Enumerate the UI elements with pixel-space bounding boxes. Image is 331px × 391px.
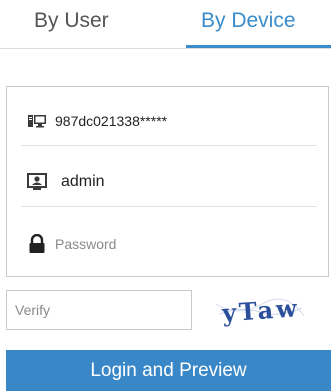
lock-icon (27, 234, 47, 254)
password-field[interactable]: Password (21, 220, 317, 268)
verify-input[interactable] (6, 290, 192, 330)
password-placeholder: Password (55, 236, 117, 252)
device-icon (27, 111, 47, 131)
user-icon (27, 172, 47, 192)
tab-by-device[interactable]: By Device (201, 6, 296, 42)
active-tab-indicator (186, 45, 331, 48)
login-tabs: By User By Device (0, 0, 331, 49)
username-value: admin (61, 173, 105, 190)
captcha-image[interactable]: yTaw (210, 292, 308, 328)
login-and-preview-button[interactable]: Login and Preview (6, 350, 331, 391)
login-panel: By User By Device 987dc021338***** admin… (0, 0, 331, 391)
device-serial-value: 987dc021338***** (55, 113, 168, 129)
device-serial-field[interactable]: 987dc021338***** (21, 97, 317, 146)
captcha-text: yTaw (220, 293, 301, 327)
tab-by-user[interactable]: By User (34, 6, 109, 42)
username-field[interactable]: admin (21, 158, 317, 207)
credentials-box: 987dc021338***** admin Password (6, 86, 329, 277)
